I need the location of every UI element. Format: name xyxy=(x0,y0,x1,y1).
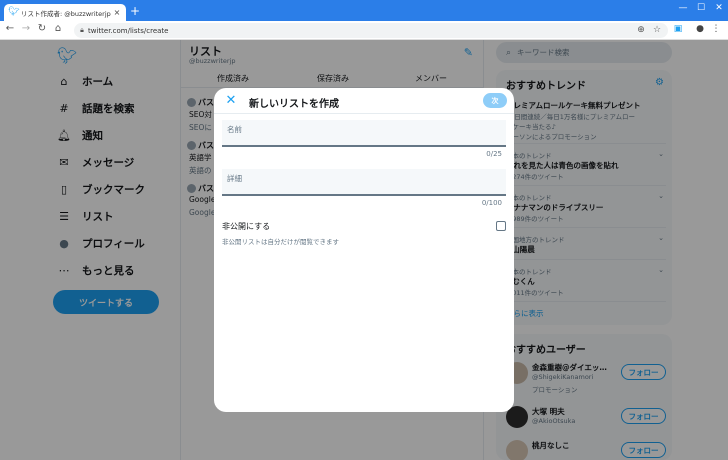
reload-icon[interactable]: ↻ xyxy=(36,23,48,34)
private-description: 非公開リストは自分だけが閲覧できます xyxy=(222,238,339,246)
maximize-icon[interactable]: ☐ xyxy=(694,3,708,13)
cast-icon[interactable]: ▣ xyxy=(672,24,684,34)
name-field[interactable]: 名前 xyxy=(222,120,506,147)
home-nav-icon[interactable]: ⌂ xyxy=(52,23,64,34)
name-char-count: 0/25 xyxy=(486,150,502,158)
minimize-icon[interactable]: — xyxy=(676,3,690,13)
address-bar: ← → ↻ ⌂ 🔒︎ twitter.com/lists/create ⊕ ☆ … xyxy=(0,21,728,40)
tab-title: リスト作成者: @buzzwriterjp / Tw xyxy=(21,9,112,18)
browser-tab[interactable]: 🐦︎ リスト作成者: @buzzwriterjp / Tw × xyxy=(4,4,126,21)
description-field[interactable]: 詳細 xyxy=(222,169,506,196)
browser-titlebar: 🐦︎ リスト作成者: @buzzwriterjp / Tw × + — ☐ ✕ xyxy=(0,0,728,21)
dialog-title: 新しいリストを作成 xyxy=(249,99,339,110)
extension-icon[interactable]: ⊕ xyxy=(636,25,646,35)
url-text: twitter.com/lists/create xyxy=(88,26,169,35)
forward-icon[interactable]: → xyxy=(20,23,32,34)
twitter-favicon-icon: 🐦︎ xyxy=(8,7,20,17)
private-checkbox[interactable] xyxy=(496,221,506,231)
description-char-count: 0/100 xyxy=(481,199,502,207)
name-field-label: 名前 xyxy=(227,125,242,134)
next-button[interactable]: 次 xyxy=(483,93,507,108)
account-icon[interactable]: ● xyxy=(694,24,706,34)
new-tab-button[interactable]: + xyxy=(129,5,141,17)
window-close-icon[interactable]: ✕ xyxy=(712,3,726,13)
lock-icon: 🔒︎ xyxy=(80,26,84,34)
star-icon[interactable]: ☆ xyxy=(652,25,662,35)
dialog-divider xyxy=(214,113,514,114)
private-label: 非公開にする xyxy=(222,222,271,231)
description-field-label: 詳細 xyxy=(227,174,242,183)
menu-kebab-icon[interactable]: ⋮ xyxy=(710,24,722,34)
back-icon[interactable]: ← xyxy=(4,23,16,34)
tab-close-icon[interactable]: × xyxy=(112,8,122,17)
url-field[interactable]: 🔒︎ twitter.com/lists/create ⊕ ☆ xyxy=(74,23,668,38)
close-icon[interactable]: ✕ xyxy=(224,93,238,108)
create-list-dialog: ✕ 新しいリストを作成 次 名前 0/25 詳細 0/100 非公開にする 非公… xyxy=(214,88,514,412)
